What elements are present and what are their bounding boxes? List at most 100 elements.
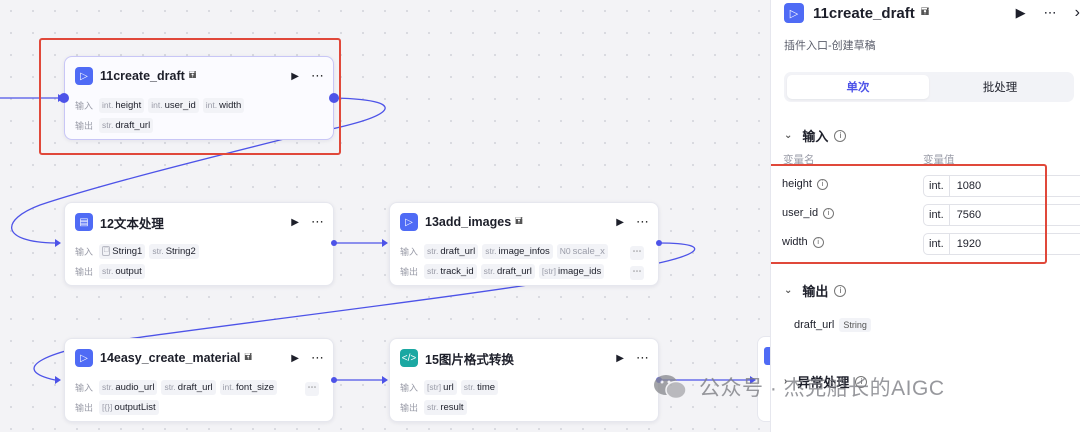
code-icon: </> bbox=[400, 349, 418, 367]
input-param: str. draft_url bbox=[424, 243, 479, 259]
input-label: 输入 bbox=[75, 246, 94, 257]
run-node-button[interactable]: ▶ bbox=[291, 71, 299, 82]
more-params-button[interactable]: ⋯ bbox=[630, 266, 644, 280]
param-row-user-id: user_idi int. 7560 ( bbox=[782, 204, 1080, 226]
watermark: 公众号 · 杰克船长的AIGC bbox=[653, 372, 945, 402]
run-node-button[interactable]: ▶ bbox=[291, 353, 299, 364]
param-value-input[interactable]: int. 1080 ( bbox=[923, 175, 1080, 197]
text-process-icon: ▤ bbox=[75, 213, 93, 231]
param-row-width: widthi int. 1920 ( bbox=[782, 233, 1080, 255]
more-options-button[interactable]: ⋯ bbox=[311, 350, 325, 366]
chevron-down-icon: ⌄ bbox=[784, 285, 793, 296]
output-param: [{}] outputList bbox=[99, 399, 159, 415]
more-params-button[interactable]: ⋯ bbox=[305, 382, 319, 396]
node-config-panel: ▷ 11create_draft 🖬 ▶ ⋯ › 插件入口-创建草稿 单次 批处… bbox=[770, 0, 1080, 432]
input-section-header[interactable]: ⌄ 输入 i bbox=[784, 126, 847, 145]
output-label: 输出 bbox=[400, 402, 419, 413]
output-param: str. result bbox=[424, 399, 467, 415]
watermark-text: 公众号 · 杰克船长的AIGC bbox=[699, 377, 945, 400]
node-title: 15图片格式转换 bbox=[425, 352, 514, 367]
input-param: str. String2 bbox=[149, 243, 199, 259]
input-param: [str] url bbox=[424, 379, 457, 395]
tab-single[interactable]: 单次 bbox=[787, 75, 929, 99]
disk-icon: 🖬 bbox=[515, 216, 523, 226]
more-options-button[interactable]: ⋯ bbox=[636, 350, 650, 366]
more-params-button[interactable]: ⋯ bbox=[630, 246, 644, 260]
play-plugin-icon: ▷ bbox=[400, 213, 418, 231]
input-label: 输入 bbox=[75, 100, 94, 111]
column-header-value: 变量值 bbox=[923, 154, 955, 166]
info-icon: i bbox=[812, 236, 824, 248]
panel-title: 11create_draft bbox=[813, 4, 915, 22]
input-param: int. font_size bbox=[219, 379, 278, 395]
output-section-header[interactable]: ⌄ 输出 i bbox=[784, 281, 847, 300]
input-label: 输入 bbox=[75, 382, 94, 393]
run-button[interactable]: ▶ bbox=[1016, 5, 1026, 21]
chevron-down-icon: ⌄ bbox=[784, 130, 793, 141]
input-port[interactable] bbox=[59, 93, 69, 103]
node-title: 14easy_create_material bbox=[100, 351, 241, 365]
tab-batch[interactable]: 批处理 bbox=[929, 75, 1071, 99]
info-icon: i bbox=[834, 129, 847, 142]
column-header-name: 变量名 bbox=[783, 154, 815, 166]
panel-description: 插件入口-创建草稿 bbox=[784, 40, 876, 52]
node-13add-images[interactable]: ▷ 13add_images 🖬 ▶ ⋯ 输入 str. draft_url st… bbox=[389, 202, 659, 286]
output-label: 输出 bbox=[75, 402, 94, 413]
input-label: 输入 bbox=[400, 382, 419, 393]
output-param: str. draft_url bbox=[99, 117, 154, 133]
node-11create-draft[interactable]: ▷ 11create_draft 🖬 ▶ ⋯ 输入 int. height int… bbox=[64, 56, 334, 140]
output-port[interactable] bbox=[331, 240, 337, 246]
input-param: str. image_infos bbox=[482, 243, 553, 259]
output-param: [str] image_ids bbox=[538, 263, 605, 279]
output-label: 输出 bbox=[75, 266, 94, 277]
node-15-image-format-convert[interactable]: </> 15图片格式转换 ▶ ⋯ 输入 [str] url str. time 输出… bbox=[389, 338, 659, 422]
input-param: int. width bbox=[202, 97, 245, 113]
input-param: int. height bbox=[99, 97, 145, 113]
output-port[interactable] bbox=[329, 93, 339, 103]
node-title: 11create_draft bbox=[100, 69, 185, 83]
input-param: N0 scale_x bbox=[556, 243, 608, 259]
input-param: □ String1 bbox=[99, 243, 146, 259]
output-label: 输出 bbox=[400, 266, 419, 277]
run-mode-tabs: 单次 批处理 bbox=[784, 72, 1074, 102]
output-port[interactable] bbox=[331, 377, 337, 383]
more-options-button[interactable]: ⋯ bbox=[311, 214, 325, 230]
input-param: str. audio_url bbox=[99, 379, 158, 395]
node-title: 12文本处理 bbox=[100, 216, 164, 231]
info-icon: i bbox=[834, 284, 847, 297]
play-plugin-icon: ▷ bbox=[75, 349, 93, 367]
run-node-button[interactable]: ▶ bbox=[616, 353, 624, 364]
output-type-badge: String bbox=[839, 318, 871, 332]
run-node-button[interactable]: ▶ bbox=[616, 217, 624, 228]
run-node-button[interactable]: ▶ bbox=[291, 217, 299, 228]
disk-icon: 🖬 bbox=[920, 6, 930, 18]
more-options-button[interactable]: ⋯ bbox=[311, 68, 325, 84]
node-14easy-create-material[interactable]: ▷ 14easy_create_material 🖬 ▶ ⋯ 输入 str. au… bbox=[64, 338, 334, 422]
param-value-input[interactable]: int. 7560 ( bbox=[923, 204, 1080, 226]
output-param: str. draft_url bbox=[480, 263, 535, 279]
input-param: str. draft_url bbox=[161, 379, 216, 395]
disk-icon: 🖬 bbox=[244, 352, 253, 362]
more-icon[interactable]: ⋯ bbox=[1044, 5, 1057, 21]
wechat-icon bbox=[653, 373, 687, 401]
node-12-text-process[interactable]: ▤ 12文本处理 ▶ ⋯ 输入 □ String1 str. String2 输出 … bbox=[64, 202, 334, 286]
param-row-height: heighti int. 1080 ( bbox=[782, 175, 1080, 197]
output-param: str. track_id bbox=[424, 263, 477, 279]
input-param: str. time bbox=[460, 379, 499, 395]
output-param: str. output bbox=[99, 263, 145, 279]
input-param: int. user_id bbox=[148, 97, 199, 113]
node-title: 13add_images bbox=[425, 215, 512, 229]
disk-icon: 🖬 bbox=[188, 70, 197, 80]
close-icon[interactable]: › bbox=[1075, 4, 1080, 22]
output-port[interactable] bbox=[656, 240, 662, 246]
image-icon: □ bbox=[102, 246, 111, 256]
param-value-input[interactable]: int. 1920 ( bbox=[923, 233, 1080, 255]
output-label: 输出 bbox=[75, 120, 94, 131]
input-label: 输入 bbox=[400, 246, 419, 257]
more-options-button[interactable]: ⋯ bbox=[636, 214, 650, 230]
output-var-row: draft_url String bbox=[794, 318, 871, 332]
play-plugin-icon: ▷ bbox=[75, 67, 93, 85]
info-icon: i bbox=[816, 178, 828, 190]
play-plugin-icon: ▷ bbox=[784, 3, 804, 23]
info-icon: i bbox=[823, 207, 835, 219]
